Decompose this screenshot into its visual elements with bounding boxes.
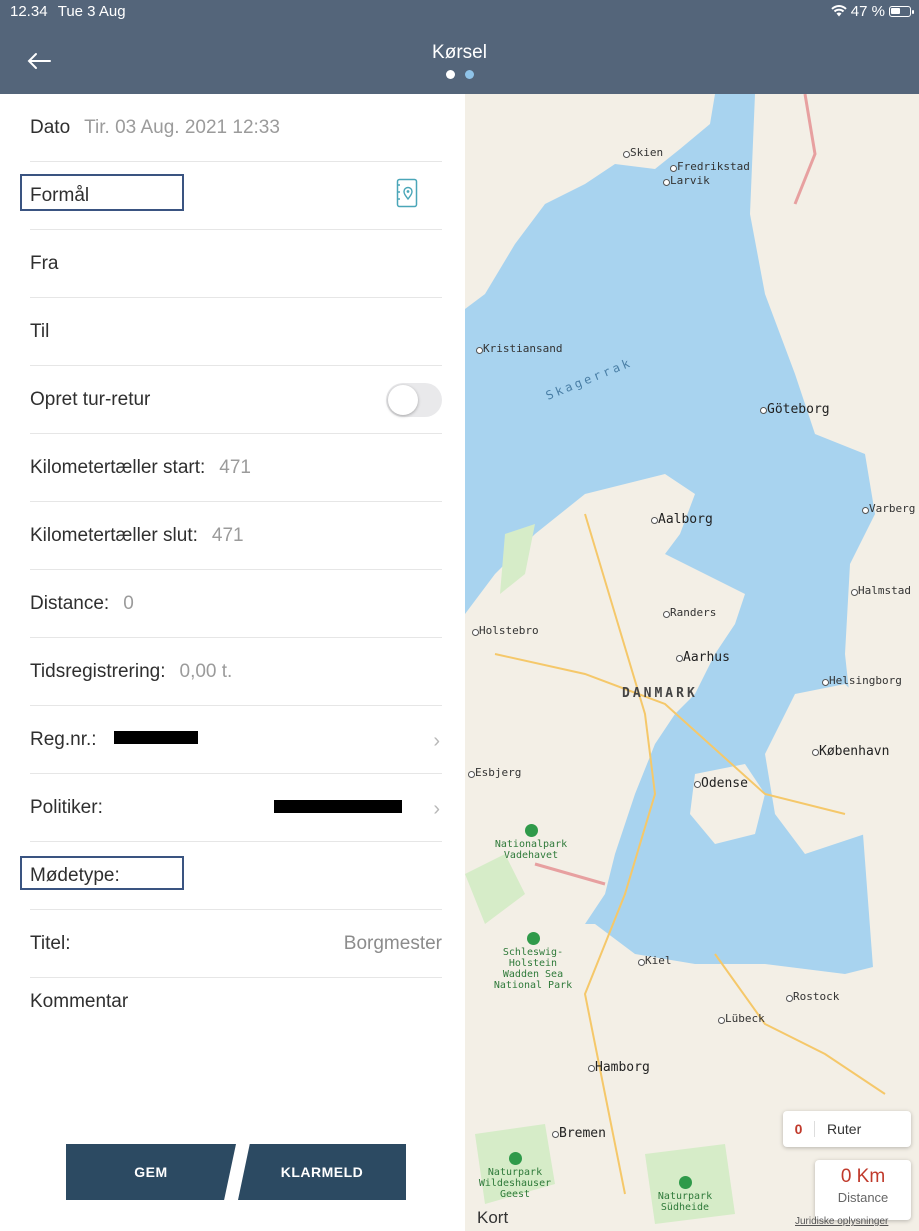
battery-icon (889, 6, 914, 17)
city-label: Hamborg (588, 1060, 650, 1075)
chevron-right-icon: › (433, 798, 440, 820)
wifi-icon (831, 4, 847, 20)
routes-count: 0 (783, 1121, 815, 1137)
park-icon (526, 932, 540, 945)
page-dot-2[interactable] (464, 70, 474, 79)
park-icon (508, 1152, 522, 1165)
city-label: Rostock (785, 990, 840, 1003)
row-dato[interactable]: Dato Tir. 03 Aug. 2021 12:33 (30, 94, 442, 162)
titel-label: Titel: (30, 932, 71, 954)
legal-link[interactable]: Juridiske oplysninger (795, 1216, 888, 1227)
dato-value: Tir. 03 Aug. 2021 12:33 (84, 116, 280, 138)
status-time: 12.34 (10, 3, 48, 20)
titel-value: Borgmester (343, 932, 442, 954)
city-label: Fredrikstad (670, 160, 750, 173)
distance-box: 0 Km Distance (815, 1160, 911, 1220)
politiker-redacted-value (274, 800, 402, 813)
city-label: Bremen (552, 1126, 606, 1141)
city-label: Holstebro (472, 624, 539, 637)
tur-retur-toggle[interactable] (386, 382, 442, 417)
page-title: Kørsel (432, 42, 487, 63)
location-book-icon[interactable] (396, 178, 418, 208)
regnr-label: Reg.nr.: (30, 728, 97, 750)
park-label: Naturpark Wildeshauser Geest (465, 1152, 565, 1200)
city-label: Esbjerg (467, 766, 522, 779)
km-slut-label: Kilometertæller slut: (30, 524, 198, 546)
city-label: København (811, 744, 890, 759)
battery-percent: 47 % (850, 3, 885, 20)
row-kommentar[interactable]: Kommentar (30, 968, 442, 1036)
km-start-value: 471 (219, 456, 251, 478)
city-label: Lübeck (718, 1012, 765, 1025)
attribution-text: Kort (477, 1208, 509, 1227)
park-name: Schleswig- Holstein Wadden Sea National … (493, 947, 573, 991)
dato-label: Dato (30, 116, 71, 138)
trip-form: Dato Tir. 03 Aug. 2021 12:33 Formål Fra … (0, 94, 465, 1231)
kommentar-label: Kommentar (30, 991, 129, 1012)
city-label: Larvik (663, 174, 710, 187)
tid-label: Tidsregistrering: (30, 660, 166, 682)
row-regnr[interactable]: Reg.nr.: › (30, 706, 442, 774)
routes-button[interactable]: 0 Ruter (783, 1111, 911, 1147)
park-name: Naturpark Südheide (657, 1191, 713, 1213)
row-tur-retur: Opret tur-retur (30, 366, 442, 434)
city-label: Kiel (638, 954, 672, 967)
fra-label: Fra (30, 252, 59, 274)
row-km-slut[interactable]: Kilometertæller slut: 471 (30, 502, 442, 570)
city-label: Varberg (861, 502, 916, 515)
map-country-label: DANMARK (622, 686, 698, 701)
gem-button[interactable]: GEM (66, 1144, 236, 1200)
map-distance-value: 0 Km (840, 1166, 886, 1187)
city-label: Göteborg (760, 402, 830, 417)
modetype-highlight (20, 856, 184, 890)
park-icon (524, 824, 538, 837)
routes-label: Ruter (827, 1121, 862, 1137)
row-km-start[interactable]: Kilometertæller start: 471 (30, 434, 442, 502)
city-label: Aalborg (651, 512, 713, 527)
km-start-label: Kilometertæller start: (30, 456, 206, 478)
row-til[interactable]: Til (30, 298, 442, 366)
page-indicator (0, 70, 919, 79)
chevron-right-icon: › (433, 730, 440, 752)
til-label: Til (30, 320, 50, 342)
city-label: Skien (622, 146, 664, 159)
status-right: 47 % (831, 3, 914, 20)
map-distance-label: Distance (837, 1190, 889, 1205)
regnr-redacted-value (114, 731, 198, 744)
city-label: Odense (694, 776, 748, 791)
city-label: Kristiansand (475, 342, 563, 355)
park-label: Schleswig- Holstein Wadden Sea National … (483, 932, 583, 991)
distance-label: Distance: (30, 592, 110, 614)
city-label: Randers (662, 606, 717, 619)
politiker-label: Politiker: (30, 796, 103, 818)
distance-value: 0 (123, 592, 134, 614)
map-view[interactable]: Skagerrak DANMARK Skien Fredrikstad Larv… (465, 94, 919, 1231)
park-label: Naturpark Südheide (635, 1176, 735, 1213)
row-fra[interactable]: Fra (30, 230, 442, 298)
row-distance: Distance: 0 (30, 570, 442, 638)
park-label: Nationalpark Vadehavet (483, 824, 579, 861)
page-dot-1[interactable] (445, 70, 455, 79)
km-slut-value: 471 (211, 524, 244, 546)
park-name: Naturpark Wildeshauser Geest (478, 1167, 552, 1200)
formal-highlight (20, 174, 184, 211)
park-name: Nationalpark Vadehavet (494, 839, 568, 861)
tur-retur-label: Opret tur-retur (30, 388, 151, 410)
park-icon (678, 1176, 692, 1189)
action-buttons: GEM KLARMELD (66, 1144, 406, 1200)
status-bar: 12.34 Tue 3 Aug 47 % (0, 0, 919, 22)
nav-bar: Kørsel (0, 22, 919, 94)
status-date: Tue 3 Aug (57, 3, 126, 20)
city-label: Halmstad (851, 584, 911, 597)
row-tidsregistrering[interactable]: Tidsregistrering: 0,00 t. (30, 638, 442, 706)
tid-value: 0,00 t. (179, 660, 233, 682)
city-label: Aarhus (676, 650, 730, 665)
apple-maps-attribution: Kort (477, 1208, 508, 1228)
city-label: Helsingborg (822, 674, 902, 687)
status-time-date: 12.34 Tue 3 Aug (10, 3, 126, 20)
klarmeld-button[interactable]: KLARMELD (238, 1144, 406, 1200)
